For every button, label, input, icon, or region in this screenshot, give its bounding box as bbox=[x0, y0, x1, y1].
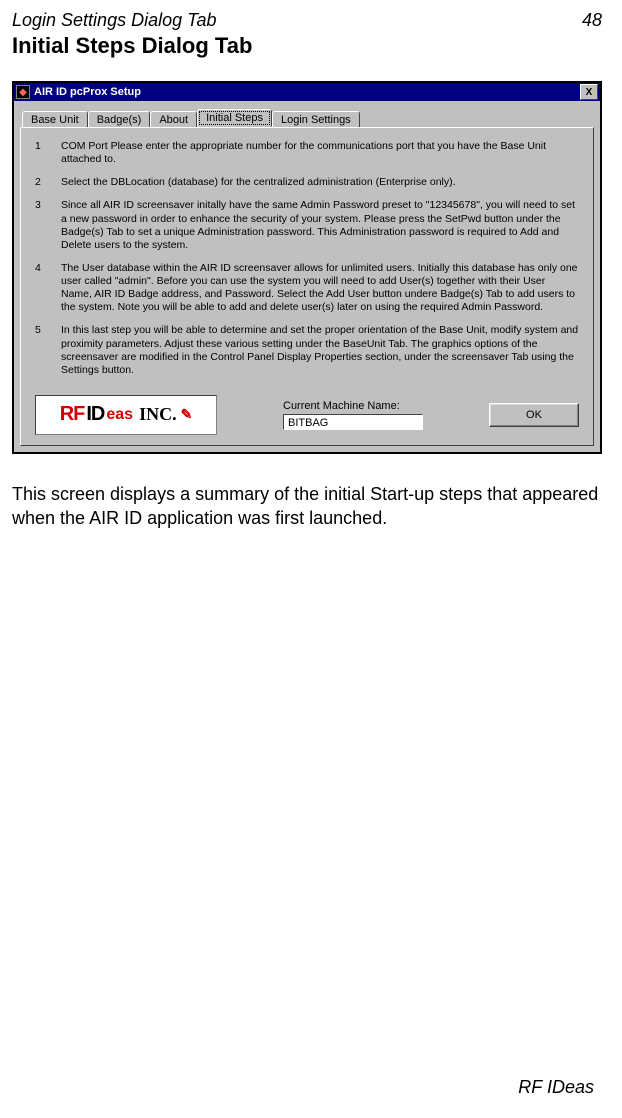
step-text: COM Port Please enter the appropriate nu… bbox=[61, 140, 579, 166]
step-text: In this last step you will be able to de… bbox=[61, 324, 579, 377]
running-header-left: Login Settings Dialog Tab bbox=[12, 10, 216, 31]
tab-initial-steps[interactable]: Initial Steps bbox=[197, 109, 272, 127]
tab-panel: 1 COM Port Please enter the appropriate … bbox=[20, 127, 594, 446]
page-title: Initial Steps Dialog Tab bbox=[12, 33, 602, 59]
list-item: 5 In this last step you will be able to … bbox=[35, 324, 579, 377]
step-number: 3 bbox=[35, 199, 45, 252]
tab-base-unit[interactable]: Base Unit bbox=[22, 111, 88, 128]
close-icon[interactable]: X bbox=[580, 84, 598, 100]
step-number: 5 bbox=[35, 324, 45, 377]
app-icon: ◆ bbox=[16, 85, 30, 99]
dialog-window: ◆ AIR ID pcProx Setup X Base Unit Badge(… bbox=[12, 81, 602, 454]
step-text: Select the DBLocation (database) for the… bbox=[61, 176, 579, 189]
step-number: 1 bbox=[35, 140, 45, 166]
tab-badges[interactable]: Badge(s) bbox=[88, 111, 151, 128]
list-item: 4 The User database within the AIR ID sc… bbox=[35, 262, 579, 315]
machine-name-label: Current Machine Name: bbox=[283, 400, 400, 412]
footer-text: RF IDeas bbox=[518, 1077, 594, 1098]
step-number: 2 bbox=[35, 176, 45, 189]
logo-swoosh-icon: ✎ bbox=[181, 406, 193, 423]
list-item: 1 COM Port Please enter the appropriate … bbox=[35, 140, 579, 166]
logo-text-id: ID bbox=[86, 403, 104, 426]
window-title: AIR ID pcProx Setup bbox=[34, 86, 141, 98]
steps-list: 1 COM Port Please enter the appropriate … bbox=[35, 140, 579, 377]
tabstrip: Base Unit Badge(s) About Initial Steps L… bbox=[22, 107, 594, 127]
machine-name-field[interactable]: BITBAG bbox=[283, 414, 423, 430]
logo-text-eas: eas bbox=[106, 406, 133, 424]
body-paragraph: This screen displays a summary of the in… bbox=[12, 482, 602, 531]
list-item: 2 Select the DBLocation (database) for t… bbox=[35, 176, 579, 189]
logo-text-inc: INC. bbox=[139, 404, 177, 425]
rfideas-logo: RFIDeas INC. ✎ bbox=[35, 395, 217, 435]
tab-login-settings[interactable]: Login Settings bbox=[272, 111, 360, 128]
step-text: The User database within the AIR ID scre… bbox=[61, 262, 579, 315]
logo-text-rf: RF bbox=[60, 403, 85, 426]
page-number: 48 bbox=[582, 10, 602, 31]
titlebar: ◆ AIR ID pcProx Setup X bbox=[14, 83, 600, 101]
list-item: 3 Since all AIR ID screensaver initally … bbox=[35, 199, 579, 252]
step-text: Since all AIR ID screensaver initally ha… bbox=[61, 199, 579, 252]
tab-about[interactable]: About bbox=[150, 111, 197, 128]
ok-button[interactable]: OK bbox=[489, 403, 579, 427]
step-number: 4 bbox=[35, 262, 45, 315]
